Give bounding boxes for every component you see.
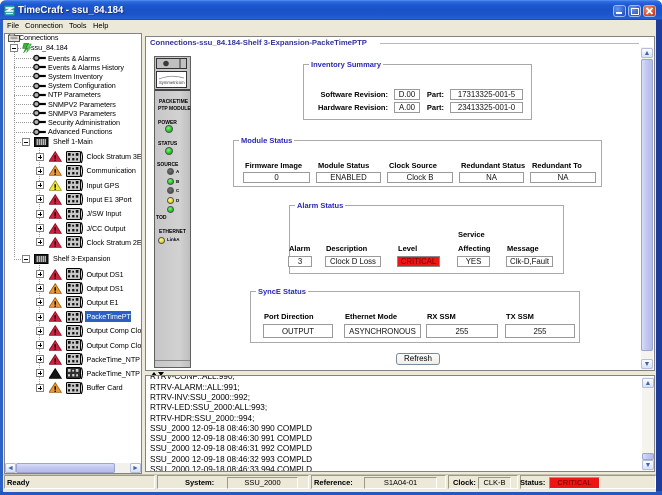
svg-text:Symmetricom: Symmetricom [159, 80, 185, 85]
